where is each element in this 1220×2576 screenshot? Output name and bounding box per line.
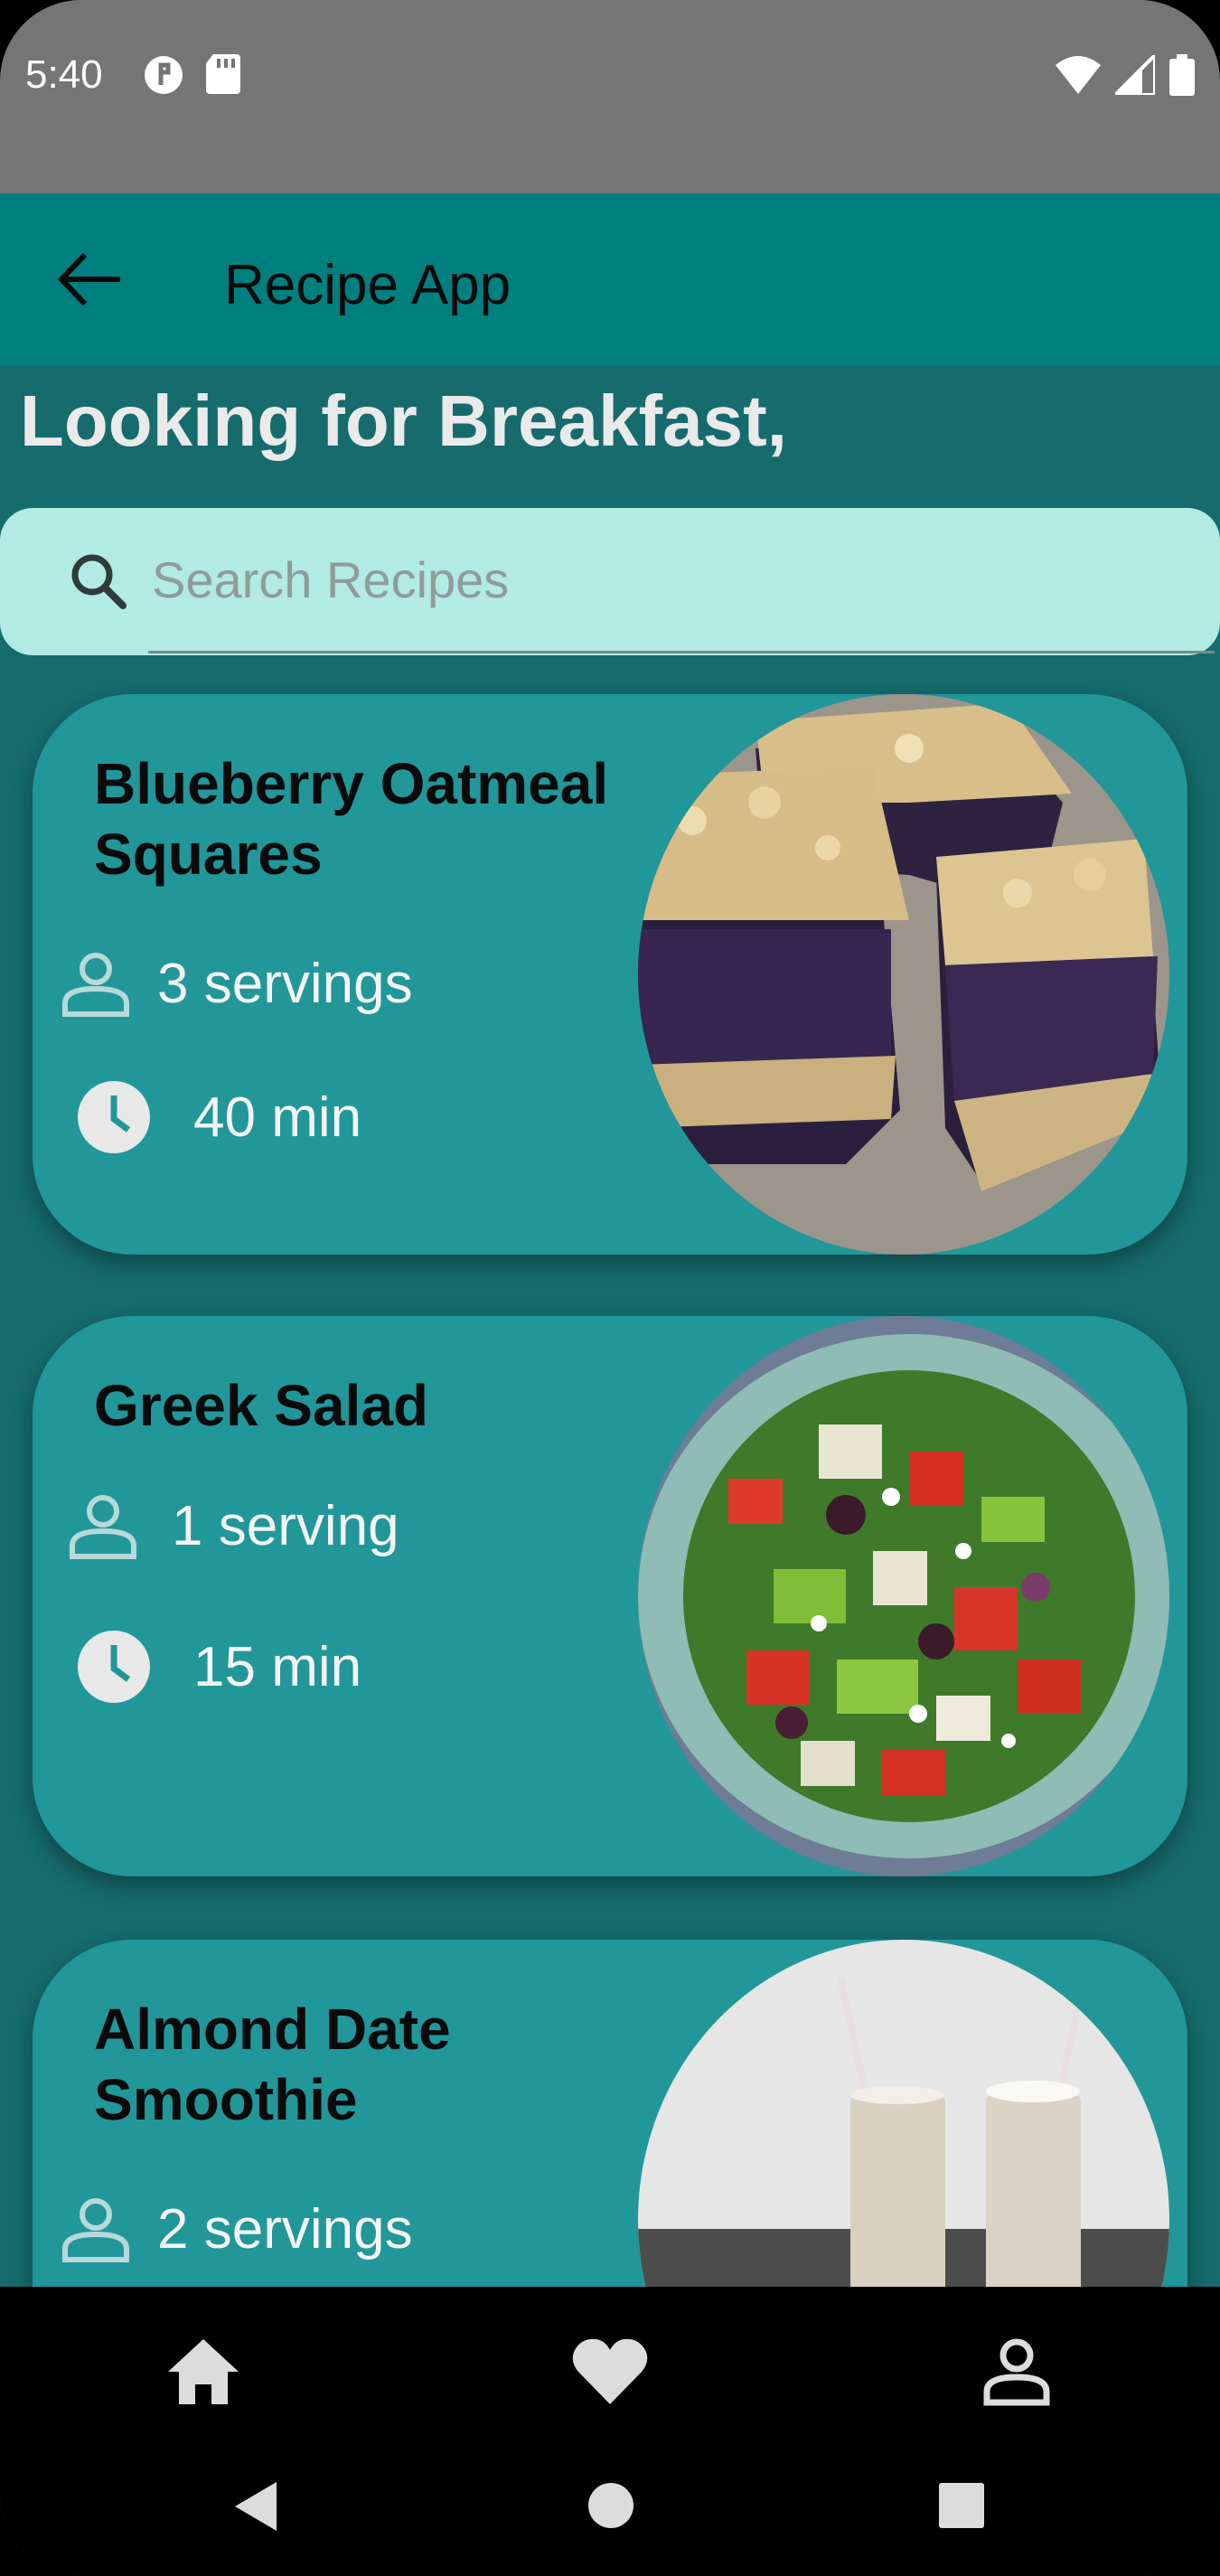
search-input[interactable] [150,539,1193,620]
home-icon[interactable] [163,2330,244,2411]
system-home-icon[interactable] [586,2480,636,2531]
app-bar: Recipe App [0,193,1220,365]
wifi-icon [1056,56,1101,94]
recipe-image-blueberry-oatmeal-squares [638,694,1169,1255]
system-recents-icon[interactable] [936,2480,987,2531]
signal-icon [1115,55,1155,95]
back-arrow-icon[interactable] [52,249,121,309]
clock-icon [78,1631,150,1703]
recipe-card-greek-salad[interactable]: Greek Salad 1 serving 15 min [33,1316,1187,1876]
recipe-card-blueberry-oatmeal-squares[interactable]: Blueberry Oatmeal Squares 3 servings 40 … [33,694,1187,1255]
recipe-title: Almond Date Smoothie [94,1997,451,2132]
person-icon [62,953,129,1017]
battery-icon [1169,54,1195,96]
app-title: Recipe App [224,254,511,316]
recipe-image-almond-date-smoothie [638,1940,1169,2287]
cook-time-text: 15 min [193,1635,362,1698]
bottom-navigation [0,2287,1220,2576]
recipe-image-greek-salad [638,1316,1169,1876]
sd-card-icon [206,54,240,94]
recipe-list[interactable]: Blueberry Oatmeal Squares 3 servings 40 … [0,669,1220,2287]
status-bar: 5:40 [0,0,1220,193]
system-back-icon[interactable] [230,2478,280,2534]
search-underline [148,651,1215,653]
cook-time-text: 40 min [193,1086,362,1149]
status-time: 5:40 [25,52,103,97]
clock-icon [78,1081,150,1153]
greeting-heading: Looking for Breakfast, [20,381,788,461]
servings-text: 2 servings [157,2197,413,2261]
recipe-title: Greek Salad [94,1373,428,1438]
profile-icon[interactable] [976,2330,1057,2411]
person-icon [70,1495,136,1559]
recipe-title: Blueberry Oatmeal Squares [94,751,609,887]
sync-status-icon [145,56,183,94]
phone-screen: 5:40 Recipe App Looking for Breakfast, S… [0,0,1220,2576]
person-icon [62,2198,129,2262]
recipe-card-almond-date-smoothie[interactable]: Almond Date Smoothie 2 servings [33,1940,1187,2287]
servings-text: 1 serving [172,1494,399,1557]
heart-icon[interactable] [569,2330,651,2411]
search-bar[interactable] [0,508,1220,655]
search-icon [71,554,127,609]
servings-text: 3 servings [157,952,413,1015]
